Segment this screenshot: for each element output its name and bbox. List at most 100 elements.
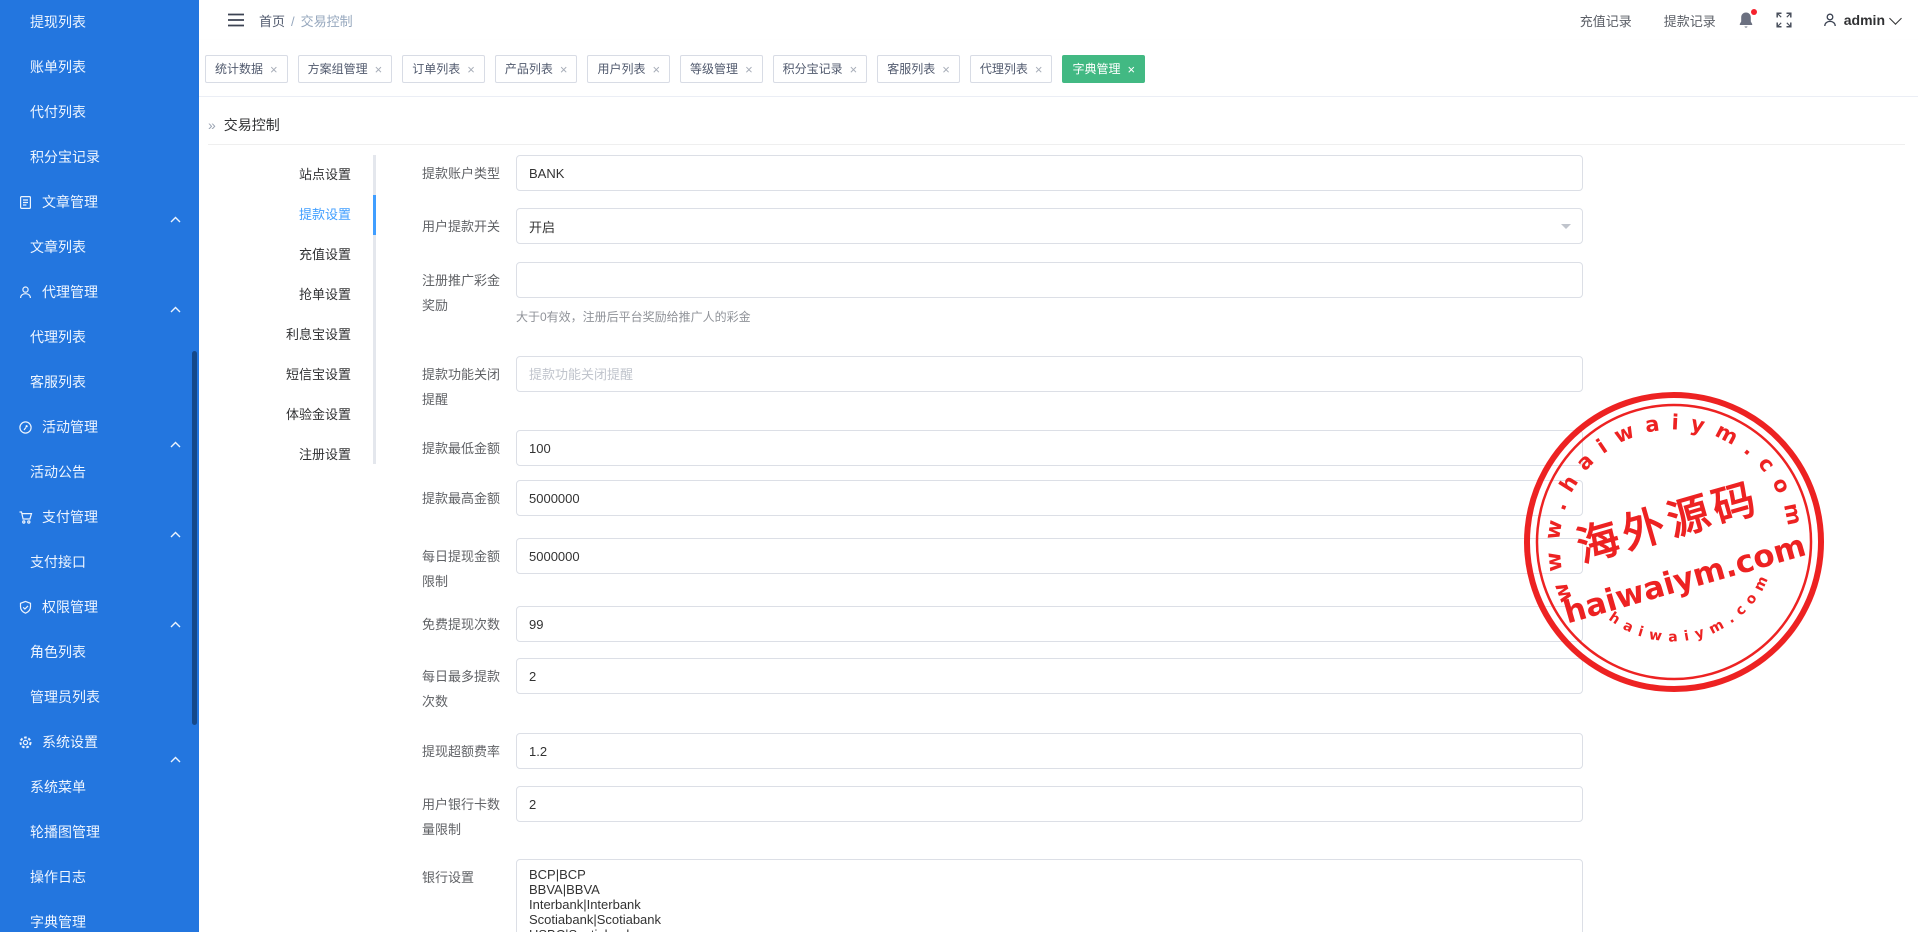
nav-item-site-settings[interactable]: 站点设置: [199, 155, 351, 195]
close-icon[interactable]: ×: [652, 63, 660, 76]
form-row: 每日最多提款次数: [422, 658, 1583, 714]
withdraw-closed-notice-input[interactable]: [516, 356, 1583, 392]
sidebar-item-label: 客服列表: [30, 360, 86, 405]
fullscreen-icon[interactable]: [1776, 12, 1792, 28]
sidebar-item-label: 权限管理: [42, 585, 98, 630]
nav-item-sms-settings[interactable]: 短信宝设置: [199, 355, 351, 395]
form-row: 提款最低金额: [422, 430, 1583, 466]
topbar-actions: 充值记录 提款记录 admin: [1580, 11, 1918, 30]
close-icon[interactable]: ×: [745, 63, 753, 76]
field-label: 提款最高金额: [422, 480, 502, 511]
breadcrumb-separator: /: [291, 14, 295, 29]
field-hint: 大于0有效，注册后平台奖励给推广人的彩金: [516, 308, 1583, 325]
tab-order-list[interactable]: 订单列表×: [402, 55, 485, 83]
sidebar-item-label: 代理列表: [30, 315, 86, 360]
sidebar-item-label: 支付接口: [30, 540, 86, 585]
sidebar-item-label: 支付管理: [42, 495, 98, 540]
user-menu[interactable]: admin: [1822, 12, 1900, 28]
recharge-record-link[interactable]: 充值记录: [1580, 11, 1632, 30]
sidebar-group-article[interactable]: 文章管理: [0, 180, 199, 225]
nav-item-grab-settings[interactable]: 抢单设置: [199, 275, 351, 315]
form-row: 提款账户类型: [422, 155, 1583, 191]
nav-item-register-settings[interactable]: 注册设置: [199, 435, 351, 475]
tab-user-list[interactable]: 用户列表×: [587, 55, 670, 83]
close-icon[interactable]: ×: [467, 63, 475, 76]
withdraw-switch-select[interactable]: [516, 208, 1583, 244]
max-withdraw-input[interactable]: [516, 480, 1583, 516]
sidebar-item-service-list[interactable]: 客服列表: [0, 360, 199, 405]
close-icon[interactable]: ×: [850, 63, 858, 76]
sidebar-group-activity[interactable]: 活动管理: [0, 405, 199, 450]
breadcrumb-home[interactable]: 首页: [259, 14, 285, 29]
sidebar-item-label: 轮播图管理: [30, 810, 100, 855]
daily-max-withdraw-times-input[interactable]: [516, 658, 1583, 694]
tab-points-record[interactable]: 积分宝记录 ×: [773, 55, 868, 83]
close-icon[interactable]: ×: [375, 63, 383, 76]
bank-settings-textarea[interactable]: [516, 859, 1583, 932]
close-icon[interactable]: ×: [270, 63, 278, 76]
tab-dictionary-active[interactable]: 字典管理×: [1062, 55, 1145, 83]
excess-fee-rate-input[interactable]: [516, 733, 1583, 769]
daily-withdraw-limit-input[interactable]: [516, 538, 1583, 574]
tab-level-manage[interactable]: 等级管理 ×: [680, 55, 763, 83]
field-label: 每日最多提款次数: [422, 658, 502, 714]
sidebar-item-agent-list[interactable]: 代理列表: [0, 315, 199, 360]
sidebar-group-permission[interactable]: 权限管理: [0, 585, 199, 630]
min-withdraw-input[interactable]: [516, 430, 1583, 466]
withdraw-account-type-input[interactable]: [516, 155, 1583, 191]
chevron-down-icon: [1889, 12, 1902, 25]
field-label: 银行设置: [422, 859, 502, 890]
form-row: 免费提现次数: [422, 606, 1583, 642]
nav-item-withdraw-settings[interactable]: 提款设置: [199, 195, 351, 235]
tab-agent-list[interactable]: 代理列表×: [970, 55, 1053, 83]
sidebar-scrollbar[interactable]: [192, 351, 197, 725]
sidebar-item-operation-log[interactable]: 操作日志: [0, 855, 199, 900]
register-bonus-input[interactable]: [516, 262, 1583, 298]
sidebar-group-payment[interactable]: 支付管理: [0, 495, 199, 540]
chevron-up-icon: [170, 602, 181, 610]
collapse-sidebar-icon[interactable]: [227, 13, 245, 27]
tab-statistics[interactable]: 统计数据×: [205, 55, 288, 83]
sidebar-item-label: 字典管理: [30, 900, 86, 932]
tab-service-list[interactable]: 客服列表×: [877, 55, 960, 83]
settings-nav-track: [373, 155, 376, 464]
tab-label: 积分宝记录: [783, 56, 843, 82]
close-icon[interactable]: ×: [560, 63, 568, 76]
sidebar-item-bill-list[interactable]: 账单列表: [0, 45, 199, 90]
sidebar-item-points-record[interactable]: 积分宝记录: [0, 135, 199, 180]
sidebar-group-system[interactable]: 系统设置: [0, 720, 199, 765]
tab-strip: 统计数据× 方案组管理× 订单列表× 产品列表× 用户列表× 等级管理 × 积分宝…: [199, 40, 1918, 97]
sidebar-item-label: 账单列表: [30, 45, 86, 90]
sidebar-item-system-menu[interactable]: 系统菜单: [0, 765, 199, 810]
sidebar-item-carousel[interactable]: 轮播图管理: [0, 810, 199, 855]
sidebar-item-payment-api[interactable]: 支付接口: [0, 540, 199, 585]
close-icon[interactable]: ×: [1035, 63, 1043, 76]
nav-item-trial-settings[interactable]: 体验金设置: [199, 395, 351, 435]
sidebar-item-label: 文章管理: [42, 180, 98, 225]
close-icon[interactable]: ×: [1128, 63, 1136, 76]
field-label: 免费提现次数: [422, 606, 502, 637]
notification-bell-icon[interactable]: [1738, 11, 1754, 29]
sidebar-item-article-list[interactable]: 文章列表: [0, 225, 199, 270]
tab-plan-group[interactable]: 方案组管理×: [298, 55, 393, 83]
tab-label: 等级管理: [690, 56, 738, 82]
sidebar-item-role-list[interactable]: 角色列表: [0, 630, 199, 675]
gear-icon: [18, 735, 33, 750]
nav-item-interest-settings[interactable]: 利息宝设置: [199, 315, 351, 355]
free-withdraw-times-input[interactable]: [516, 606, 1583, 642]
sidebar-group-agent[interactable]: 代理管理: [0, 270, 199, 315]
topbar: 首页/交易控制 充值记录 提款记录 admin: [199, 0, 1918, 40]
tab-product-list[interactable]: 产品列表×: [495, 55, 578, 83]
sidebar-item-dictionary[interactable]: 字典管理: [0, 900, 199, 932]
sidebar-item-label: 活动公告: [30, 450, 86, 495]
sidebar-item-payout-list[interactable]: 代付列表: [0, 90, 199, 135]
sidebar-item-withdraw-list[interactable]: 提现列表: [0, 0, 199, 45]
sidebar-item-admin-list[interactable]: 管理员列表: [0, 675, 199, 720]
bank-card-limit-input[interactable]: [516, 786, 1583, 822]
close-icon[interactable]: ×: [942, 63, 950, 76]
sidebar-item-activity-notice[interactable]: 活动公告: [0, 450, 199, 495]
form-row: 每日提现金额限制: [422, 538, 1583, 594]
nav-item-recharge-settings[interactable]: 充值设置: [199, 235, 351, 275]
field-label: 提款功能关闭提醒: [422, 356, 502, 412]
withdraw-record-link[interactable]: 提款记录: [1664, 11, 1716, 30]
